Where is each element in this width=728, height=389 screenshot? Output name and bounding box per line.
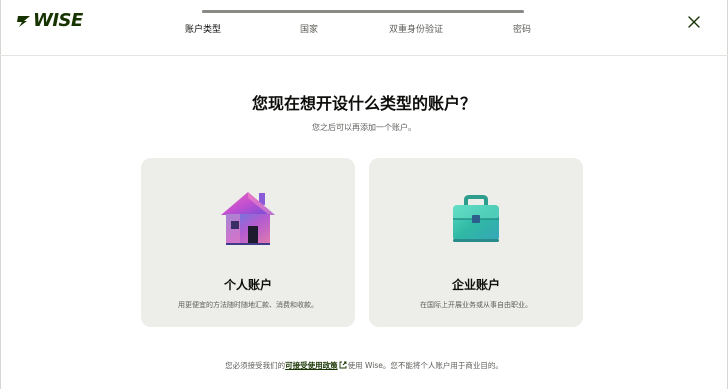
wise-logo-text: WISE (33, 10, 83, 31)
briefcase-icon (453, 195, 499, 242)
page-subtitle: 您之后可以再添加一个账户。 (312, 123, 416, 132)
card-illustration (141, 188, 355, 252)
page-frame (0, 0, 728, 389)
house-icon (221, 192, 275, 245)
wise-flag-icon (17, 15, 30, 27)
footer-suffix: 使用 Wise。您不能将个人账户用于商业目的。 (347, 361, 503, 370)
business-account-card[interactable]: 企业账户 在国际上开展业务或从事自由职业。 (369, 158, 583, 327)
stepper-progress-bar (202, 10, 524, 13)
step-country: 国家 (300, 25, 319, 35)
footer-prefix: 您必须接受我们的 (225, 361, 286, 370)
personal-account-card[interactable]: 个人账户 用更便宜的方法随时随地汇款、消费和收款。 (141, 158, 355, 327)
acceptable-use-policy-link[interactable]: 可接受使用政策 (285, 361, 338, 370)
header: WISE 账户类型 国家 双重身份验证 密码 (0, 0, 728, 56)
card-illustration (369, 188, 583, 252)
wise-logo[interactable]: WISE (15, 10, 83, 31)
step-account-type: 账户类型 (185, 25, 222, 35)
signup-stepper: 账户类型 国家 双重身份验证 密码 (170, 10, 560, 40)
card-title: 企业账户 (451, 278, 500, 292)
card-title: 个人账户 (223, 278, 272, 292)
card-description: 在国际上开展业务或从事自由职业。 (420, 301, 532, 309)
page-title: 您现在想开设什么类型的账户？ (251, 94, 476, 113)
card-description: 用更便宜的方法随时随地汇款、消费和收款。 (178, 301, 318, 309)
external-link-icon (339, 361, 347, 369)
close-icon[interactable] (686, 14, 702, 30)
footer-policy-notice: 您必须接受我们的可接受使用政策 使用 Wise。您不能将个人账户用于商业目的。 (0, 360, 728, 371)
step-two-factor: 双重身份验证 (389, 25, 444, 35)
step-password: 密码 (513, 25, 532, 35)
